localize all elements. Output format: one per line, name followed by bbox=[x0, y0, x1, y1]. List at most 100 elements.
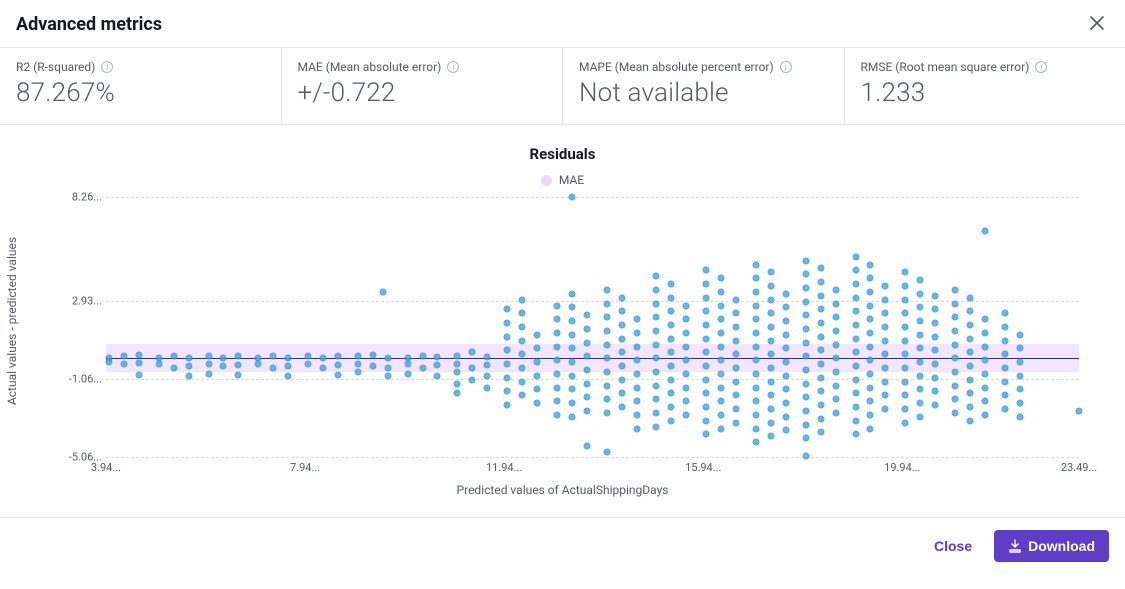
data-point bbox=[952, 286, 959, 293]
metric-mae-value: +/-0.722 bbox=[298, 78, 547, 108]
data-point bbox=[802, 394, 809, 401]
data-point bbox=[767, 364, 774, 371]
data-point bbox=[484, 372, 491, 379]
data-point bbox=[802, 339, 809, 346]
data-point bbox=[832, 409, 839, 416]
data-point bbox=[683, 357, 690, 364]
data-point bbox=[817, 402, 824, 409]
data-point bbox=[967, 404, 974, 411]
data-point bbox=[733, 337, 740, 344]
data-point bbox=[752, 288, 759, 295]
data-point bbox=[185, 372, 192, 379]
data-point bbox=[653, 300, 660, 307]
data-point bbox=[519, 310, 526, 317]
data-point bbox=[867, 288, 874, 295]
data-point bbox=[553, 343, 560, 350]
data-point bbox=[469, 376, 476, 383]
x-tick-label: 7.94... bbox=[290, 461, 320, 474]
data-point bbox=[1001, 392, 1008, 399]
data-point bbox=[967, 294, 974, 301]
data-point bbox=[782, 318, 789, 325]
data-point bbox=[902, 269, 909, 276]
data-point bbox=[852, 335, 859, 342]
data-point bbox=[752, 316, 759, 323]
data-point bbox=[603, 314, 610, 321]
data-point bbox=[852, 417, 859, 424]
data-point bbox=[568, 413, 575, 420]
data-point bbox=[618, 322, 625, 329]
data-point bbox=[917, 359, 924, 366]
data-point bbox=[504, 347, 511, 354]
data-point bbox=[718, 384, 725, 391]
data-point bbox=[334, 353, 341, 360]
close-icon[interactable] bbox=[1089, 15, 1109, 35]
x-tick-label: 19.94... bbox=[884, 461, 920, 474]
data-point bbox=[583, 339, 590, 346]
data-point bbox=[484, 354, 491, 361]
data-point bbox=[767, 392, 774, 399]
metric-mape-value: Not available bbox=[579, 78, 828, 108]
data-point bbox=[952, 382, 959, 389]
data-point bbox=[967, 322, 974, 329]
data-point bbox=[354, 353, 361, 360]
data-point bbox=[902, 364, 909, 371]
data-point bbox=[270, 353, 277, 360]
data-point bbox=[981, 357, 988, 364]
data-point bbox=[1001, 378, 1008, 385]
download-button[interactable]: Download bbox=[994, 530, 1109, 562]
data-point bbox=[981, 316, 988, 323]
data-point bbox=[817, 429, 824, 436]
metric-r2-label: R2 (R-squared) bbox=[16, 60, 95, 74]
gridline bbox=[106, 301, 1079, 302]
data-point bbox=[285, 372, 292, 379]
data-point bbox=[603, 382, 610, 389]
data-point bbox=[952, 409, 959, 416]
data-point bbox=[718, 411, 725, 418]
data-point bbox=[454, 390, 461, 397]
data-point bbox=[235, 362, 242, 369]
y-axis-label: Actual values - predicted values bbox=[5, 237, 19, 405]
data-point bbox=[683, 384, 690, 391]
data-point bbox=[1016, 345, 1023, 352]
data-point bbox=[583, 380, 590, 387]
data-point bbox=[653, 355, 660, 362]
data-point bbox=[1001, 364, 1008, 371]
info-icon[interactable]: i bbox=[101, 61, 113, 73]
data-point bbox=[867, 411, 874, 418]
data-point bbox=[782, 372, 789, 379]
data-point bbox=[469, 364, 476, 371]
data-point bbox=[1016, 386, 1023, 393]
residuals-chart: Residuals MAE Actual values - predicted … bbox=[0, 125, 1125, 517]
close-button[interactable]: Close bbox=[922, 530, 984, 562]
data-point bbox=[618, 363, 625, 370]
data-point bbox=[718, 329, 725, 336]
data-point bbox=[255, 361, 262, 368]
data-point bbox=[668, 308, 675, 315]
metric-rmse-label: RMSE (Root mean square error) bbox=[861, 60, 1030, 74]
data-point bbox=[752, 439, 759, 446]
data-point bbox=[519, 351, 526, 358]
y-tick-label: -1.06... bbox=[69, 372, 102, 385]
data-point bbox=[618, 390, 625, 397]
info-icon[interactable]: i bbox=[780, 61, 792, 73]
download-icon bbox=[1008, 539, 1022, 553]
data-point bbox=[683, 329, 690, 336]
data-point bbox=[633, 411, 640, 418]
data-point bbox=[319, 364, 326, 371]
data-point bbox=[882, 405, 889, 412]
info-icon[interactable]: i bbox=[447, 61, 459, 73]
data-point bbox=[135, 371, 142, 378]
data-point bbox=[932, 333, 939, 340]
data-point bbox=[802, 452, 809, 459]
data-point bbox=[867, 370, 874, 377]
data-point bbox=[603, 409, 610, 416]
data-point bbox=[902, 310, 909, 317]
data-point bbox=[633, 329, 640, 336]
plot-area: -5.06...-1.06...2.93...8.26...3.94...7.9… bbox=[86, 197, 1079, 477]
info-icon[interactable]: i bbox=[1035, 61, 1047, 73]
data-point bbox=[718, 425, 725, 432]
data-point bbox=[802, 366, 809, 373]
data-point bbox=[683, 302, 690, 309]
data-point bbox=[817, 388, 824, 395]
data-point bbox=[902, 405, 909, 412]
